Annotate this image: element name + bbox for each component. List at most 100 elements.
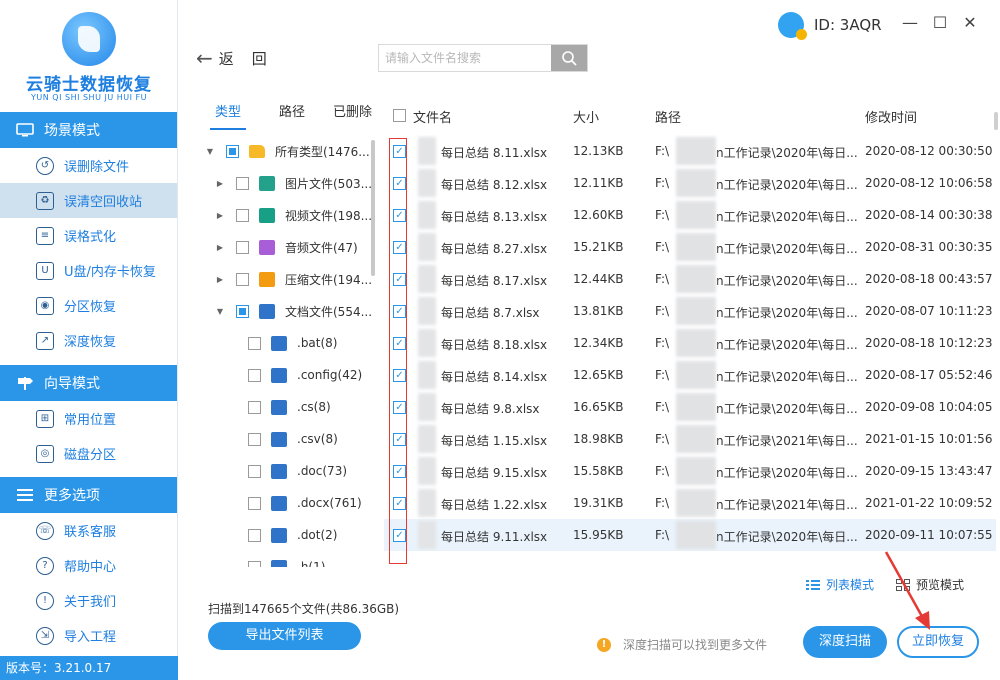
sidebar-item-about[interactable]: ! 关于我们 <box>0 583 177 618</box>
tree-row[interactable]: ▶ 音频文件(47) <box>200 231 380 263</box>
sidebar-item-usb-card[interactable]: U U盘/内存卡恢复 <box>0 253 177 288</box>
table-row[interactable]: 每日总结 9.8.xlsx 16.65KB F:\ n工作记录\2020年\每日...… <box>384 391 996 423</box>
user-id-area[interactable]: ID: 3AQR <box>778 12 882 40</box>
recover-now-button[interactable]: 立即恢复 <box>897 626 979 658</box>
tree-row[interactable]: ▼ 文档文件(554... <box>200 295 380 327</box>
tree-checkbox[interactable] <box>236 208 249 222</box>
select-all-checkbox[interactable] <box>393 109 406 122</box>
sidebar-item-help[interactable]: ? 帮助中心 <box>0 548 177 583</box>
tree-row[interactable]: ▶ 图片文件(503... <box>200 167 380 199</box>
sidebar-item-import[interactable]: ⇲ 导入工程 <box>0 618 177 653</box>
tree-checkbox[interactable] <box>248 528 261 542</box>
column-header-time[interactable]: 修改时间 <box>865 107 917 126</box>
tree-row[interactable]: .h(1) <box>200 551 380 567</box>
row-checkbox[interactable] <box>393 241 406 254</box>
row-checkbox[interactable] <box>393 497 406 510</box>
table-scrollbar[interactable] <box>994 112 998 130</box>
table-row[interactable]: 每日总结 8.14.xlsx 12.65KB F:\ n工作记录\2020年\每日..… <box>384 359 996 391</box>
expand-arrow-icon[interactable]: ▼ <box>214 307 226 316</box>
maximize-icon[interactable]: ☐ <box>928 10 952 34</box>
table-row[interactable]: 每日总结 8.18.xlsx 12.34KB F:\ n工作记录\2020年\每日..… <box>384 327 996 359</box>
tree-checkbox[interactable] <box>248 400 261 414</box>
tree-scrollbar[interactable] <box>371 140 375 276</box>
tree-row[interactable]: ▶ 视频文件(198... <box>200 199 380 231</box>
tab-type[interactable]: 类型 <box>210 98 246 130</box>
blurred-region <box>418 265 436 293</box>
column-header-name[interactable]: 文件名 <box>413 107 452 126</box>
table-row[interactable]: 每日总结 8.17.xlsx 12.44KB F:\ n工作记录\2020年\每日..… <box>384 263 996 295</box>
tree-checkbox[interactable] <box>248 496 261 510</box>
tree-row[interactable]: ▶ 压缩文件(194... <box>200 263 380 295</box>
row-checkbox[interactable] <box>393 433 406 446</box>
tree-row[interactable]: .config(42) <box>200 359 380 391</box>
tree-row[interactable]: .docx(761) <box>200 487 380 519</box>
blurred-region <box>676 457 716 485</box>
brand-name: 云骑士数据恢复 <box>26 75 152 95</box>
tree-row[interactable]: ▼ 所有类型(1476... <box>200 135 380 167</box>
table-row[interactable]: 每日总结 1.22.xlsx 19.31KB F:\ n工作记录\2021年\每日..… <box>384 487 996 519</box>
table-row[interactable]: 每日总结 8.11.xlsx 12.13KB F:\ n工作记录\2020年\每日..… <box>384 135 996 167</box>
tree-row[interactable]: .bat(8) <box>200 327 380 359</box>
row-checkbox[interactable] <box>393 337 406 350</box>
expand-arrow-icon[interactable]: ▼ <box>204 147 216 156</box>
tree-checkbox[interactable] <box>248 560 261 567</box>
tab-deleted[interactable]: 已删除 <box>333 98 372 130</box>
minimize-icon[interactable]: — <box>898 10 922 34</box>
row-checkbox[interactable] <box>393 209 406 222</box>
tree-row[interactable]: .dot(2) <box>200 519 380 551</box>
cell-path: F:\ <box>655 304 670 318</box>
close-icon[interactable]: ✕ <box>958 10 982 34</box>
sidebar-item-deep[interactable]: ↗ 深度恢复 <box>0 323 177 358</box>
row-checkbox[interactable] <box>393 529 406 542</box>
export-list-button[interactable]: 导出文件列表 <box>208 622 361 650</box>
blurred-region <box>418 329 436 357</box>
row-checkbox[interactable] <box>393 401 406 414</box>
column-header-path[interactable]: 路径 <box>655 107 681 126</box>
tree-checkbox[interactable] <box>248 432 261 446</box>
sidebar-item-format[interactable]: ≡ 误格式化 <box>0 218 177 253</box>
tree-checkbox[interactable] <box>226 144 239 158</box>
preview-mode-button[interactable]: 预览模式 <box>896 576 964 593</box>
list-mode-button[interactable]: 列表模式 <box>806 576 874 593</box>
expand-arrow-icon[interactable]: ▶ <box>214 243 226 252</box>
expand-arrow-icon[interactable]: ▶ <box>214 211 226 220</box>
deep-scan-button[interactable]: 深度扫描 <box>803 626 887 658</box>
tree-checkbox[interactable] <box>248 464 261 478</box>
row-checkbox[interactable] <box>393 273 406 286</box>
table-row[interactable]: 每日总结 9.15.xlsx 15.58KB F:\ n工作记录\2020年\每日..… <box>384 455 996 487</box>
sidebar-item-disk-partition[interactable]: ◎ 磁盘分区 <box>0 436 177 471</box>
table-row[interactable]: 每日总结 8.7.xlsx 13.81KB F:\ n工作记录\2020年\每日...… <box>384 295 996 327</box>
tree-checkbox[interactable] <box>236 176 249 190</box>
sidebar-item-common-locations[interactable]: ⊞ 常用位置 <box>0 401 177 436</box>
row-checkbox[interactable] <box>393 465 406 478</box>
sidebar-item-deleted-files[interactable]: ↺ 误删除文件 <box>0 148 177 183</box>
row-checkbox[interactable] <box>393 145 406 158</box>
expand-arrow-icon[interactable]: ▶ <box>214 275 226 284</box>
search-input[interactable] <box>379 45 551 71</box>
row-checkbox[interactable] <box>393 305 406 318</box>
row-checkbox[interactable] <box>393 369 406 382</box>
sidebar-item-partition[interactable]: ◉ 分区恢复 <box>0 288 177 323</box>
expand-arrow-icon[interactable]: ▶ <box>214 179 226 188</box>
tab-path[interactable]: 路径 <box>279 98 305 130</box>
search-button[interactable] <box>551 45 587 71</box>
tree-row[interactable]: .doc(73) <box>200 455 380 487</box>
sidebar-item-emptied-recycle-bin[interactable]: ♻ 误清空回收站 <box>0 183 177 218</box>
sidebar-item-contact[interactable]: ☏ 联系客服 <box>0 513 177 548</box>
tree-checkbox[interactable] <box>248 336 261 350</box>
column-header-size[interactable]: 大小 <box>573 107 599 126</box>
table-row[interactable]: 每日总结 8.13.xlsx 12.60KB F:\ n工作记录\2020年\每日..… <box>384 199 996 231</box>
tree-checkbox[interactable] <box>236 304 249 318</box>
tree-checkbox[interactable] <box>236 272 249 286</box>
tree-row[interactable]: .cs(8) <box>200 391 380 423</box>
table-row[interactable]: 每日总结 1.15.xlsx 18.98KB F:\ n工作记录\2021年\每日..… <box>384 423 996 455</box>
table-row[interactable]: 每日总结 8.27.xlsx 15.21KB F:\ n工作记录\2020年\每日..… <box>384 231 996 263</box>
row-checkbox[interactable] <box>393 177 406 190</box>
tree-row[interactable]: .csv(8) <box>200 423 380 455</box>
tree-checkbox[interactable] <box>236 240 249 254</box>
blurred-region <box>418 137 436 165</box>
tree-checkbox[interactable] <box>248 368 261 382</box>
table-row[interactable]: 每日总结 9.11.xlsx 15.95KB F:\ n工作记录\2020年\每日..… <box>384 519 996 551</box>
back-button[interactable]: ← 返 回 <box>196 46 267 70</box>
table-row[interactable]: 每日总结 8.12.xlsx 12.11KB F:\ n工作记录\2020年\每日..… <box>384 167 996 199</box>
